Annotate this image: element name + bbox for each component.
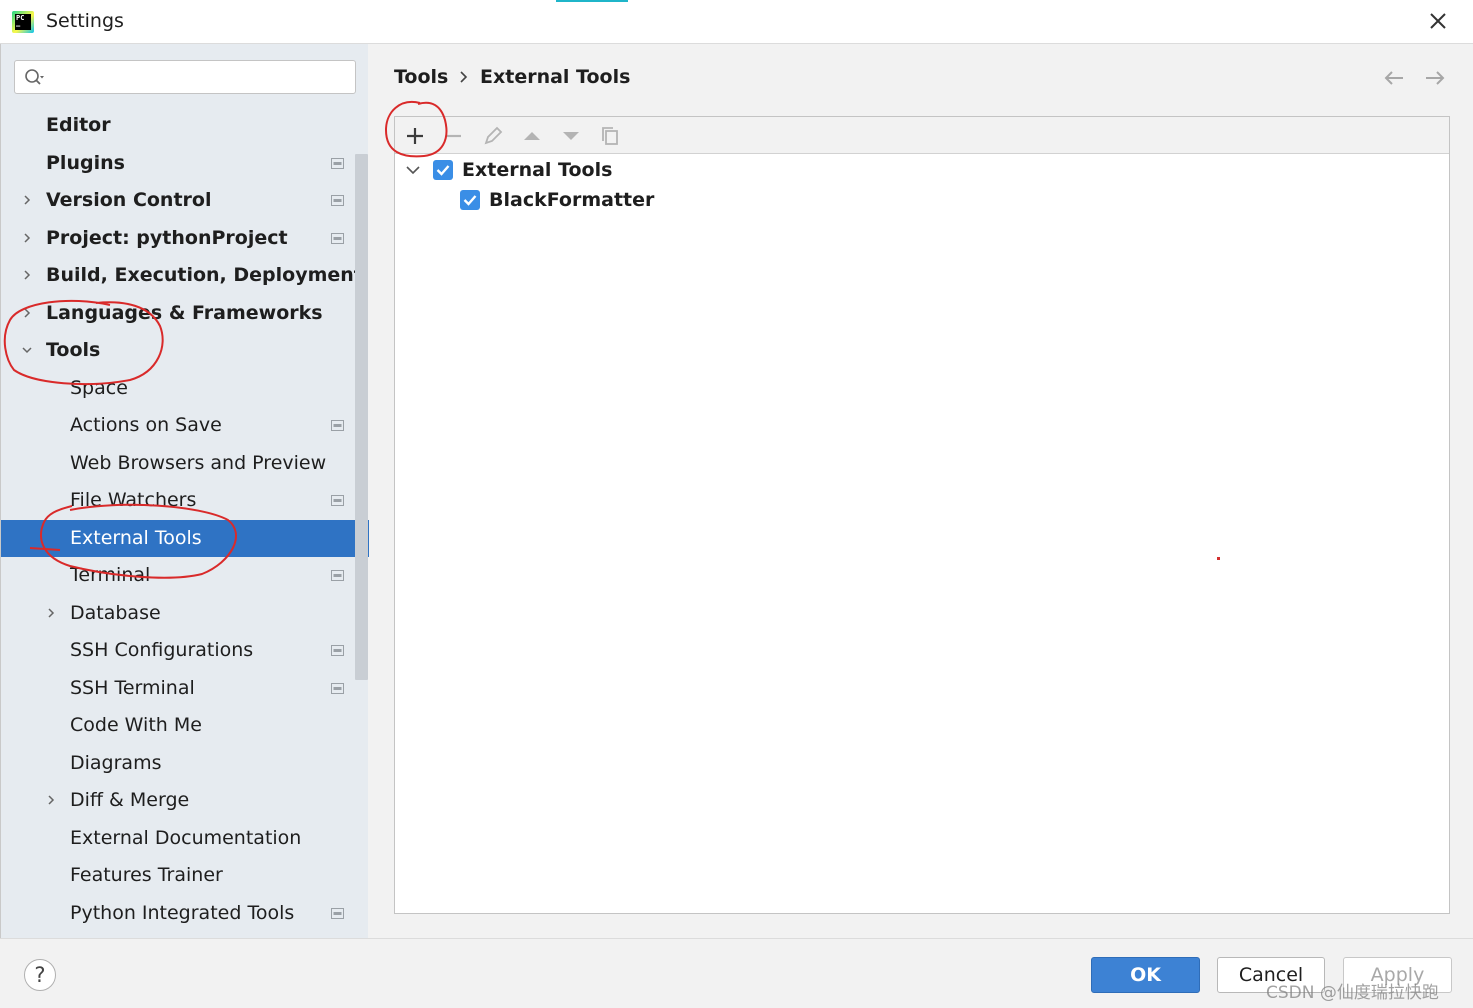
sidebar-item-label: SSH Configurations [70,639,254,661]
tool-group-label: External Tools [462,159,613,181]
sidebar-item-label: Space [70,376,128,399]
sidebar-item-python-integrated-tools[interactable]: Python Integrated Tools [1,895,354,932]
page-title: External Tools [480,66,631,88]
external-tools-panel: External Tools BlackFormatter [394,116,1450,914]
tool-group-checkbox[interactable] [433,160,453,180]
sidebar-item-label: External Tools [70,526,202,549]
sidebar-item-label: File Watchers [70,489,197,511]
sidebar-item-diagrams[interactable]: Diagrams [1,745,354,782]
sidebar-item-label: Diagrams [70,751,162,774]
sidebar-item-project-pythonproject[interactable]: Project: pythonProject [1,220,354,257]
sidebar-item-label: Terminal [70,564,151,586]
tool-label: BlackFormatter [489,189,655,211]
search-box[interactable] [14,60,356,94]
sidebar-item-label: Plugins [46,151,125,174]
sidebar-item-label: Code With Me [70,714,202,736]
breadcrumb-parent[interactable]: Tools [394,66,448,88]
sidebar-item-diff-merge[interactable]: Diff & Merge [1,782,354,819]
sidebar-item-external-documentation[interactable]: External Documentation [1,820,354,857]
search-icon [25,69,44,85]
window-title: Settings [46,10,124,32]
project-level-icon [331,157,344,169]
forward-arrow-icon[interactable] [1423,68,1447,88]
sidebar-scrollbar[interactable] [355,154,368,680]
sidebar-item-code-with-me[interactable]: Code With Me [1,707,354,744]
sidebar-item-label: Python Integrated Tools [70,901,295,924]
sidebar-item-label: Editor [46,114,111,136]
help-button[interactable]: ? [24,959,56,991]
project-level-icon [331,232,344,244]
sidebar-item-label: Diff & Merge [70,789,190,811]
sidebar-item-web-browsers-and-preview[interactable]: Web Browsers and Preview [1,445,354,482]
sidebar-item-tools[interactable]: Tools [1,332,354,369]
sidebar-item-label: Features Trainer [70,864,223,886]
sidebar-item-label: Version Control [46,189,212,211]
sidebar-item-label: Languages & Frameworks [46,301,323,324]
sidebar-item-space[interactable]: Space [1,370,354,407]
sidebar-item-label: Web Browsers and Preview [70,451,327,474]
annotation-dot [1217,557,1220,560]
project-level-icon [331,570,344,581]
sidebar-item-terminal[interactable]: Terminal [1,557,354,594]
close-icon[interactable] [1426,8,1450,34]
sidebar-item-label: External Documentation [70,826,302,849]
chevron-right-icon[interactable] [21,307,33,319]
chevron-right-icon[interactable] [45,607,57,619]
sidebar-item-external-tools[interactable]: External Tools [1,519,369,557]
sidebar-item-label: SSH Terminal [70,676,195,699]
chevron-right-icon[interactable] [21,232,33,244]
chevron-down-icon[interactable] [21,344,33,356]
project-level-icon [331,420,344,431]
chevron-right-icon[interactable] [45,794,57,806]
back-arrow-icon[interactable] [1382,68,1406,88]
ok-button[interactable]: OK [1091,957,1200,993]
edit-icon[interactable] [480,123,506,149]
project-level-icon [331,195,344,206]
project-level-icon [331,645,344,656]
move-up-icon[interactable] [519,123,545,149]
sidebar-item-ssh-configurations[interactable]: SSH Configurations [1,632,354,669]
project-level-icon [331,907,344,919]
sidebar-item-build-execution-deployment[interactable]: Build, Execution, Deployment [1,257,363,294]
sidebar-item-label: Database [70,601,161,624]
move-down-icon[interactable] [558,123,584,149]
project-level-icon [331,682,344,694]
sidebar-item-file-watchers[interactable]: File Watchers [1,482,354,519]
tool-row[interactable]: BlackFormatter [460,185,760,215]
sidebar-item-actions-on-save[interactable]: Actions on Save [1,407,354,444]
tools-toolbar [395,117,1449,154]
sidebar-item-plugins[interactable]: Plugins [1,145,354,182]
sidebar-item-features-trainer[interactable]: Features Trainer [1,857,354,894]
sidebar-item-label: Project: pythonProject [46,226,288,249]
sidebar-item-version-control[interactable]: Version Control [1,182,354,219]
collapse-chevron-icon[interactable] [405,163,421,177]
title-accent [556,0,628,2]
project-level-icon [331,495,344,506]
sidebar-item-editor[interactable]: Editor [1,107,354,144]
sidebar-item-label: Tools [46,339,101,361]
tool-checkbox[interactable] [460,190,480,210]
remove-icon[interactable] [441,123,467,149]
watermark: CSDN @仙度瑞拉快跑 [1266,983,1439,1003]
chevron-right-icon[interactable] [21,194,33,206]
sidebar-item-label: Actions on Save [70,414,222,436]
pycharm-icon: PC — [12,11,34,33]
sidebar-item-label: Build, Execution, Deployment [46,264,363,286]
sidebar-item-ssh-terminal[interactable]: SSH Terminal [1,670,354,707]
sidebar-item-database[interactable]: Database [1,595,354,632]
settings-sidebar: Editor Plugins Version Control Project: pyt… [0,44,369,938]
copy-icon[interactable] [597,123,623,149]
search-input[interactable] [53,65,347,91]
title-bar: PC — Settings [0,0,1473,44]
sidebar-item-languages-frameworks[interactable]: Languages & Frameworks [1,295,354,332]
chevron-right-icon[interactable] [21,269,33,281]
tool-group-row[interactable]: External Tools [433,155,733,185]
add-icon[interactable] [402,123,428,149]
breadcrumb-separator-icon [460,71,468,83]
